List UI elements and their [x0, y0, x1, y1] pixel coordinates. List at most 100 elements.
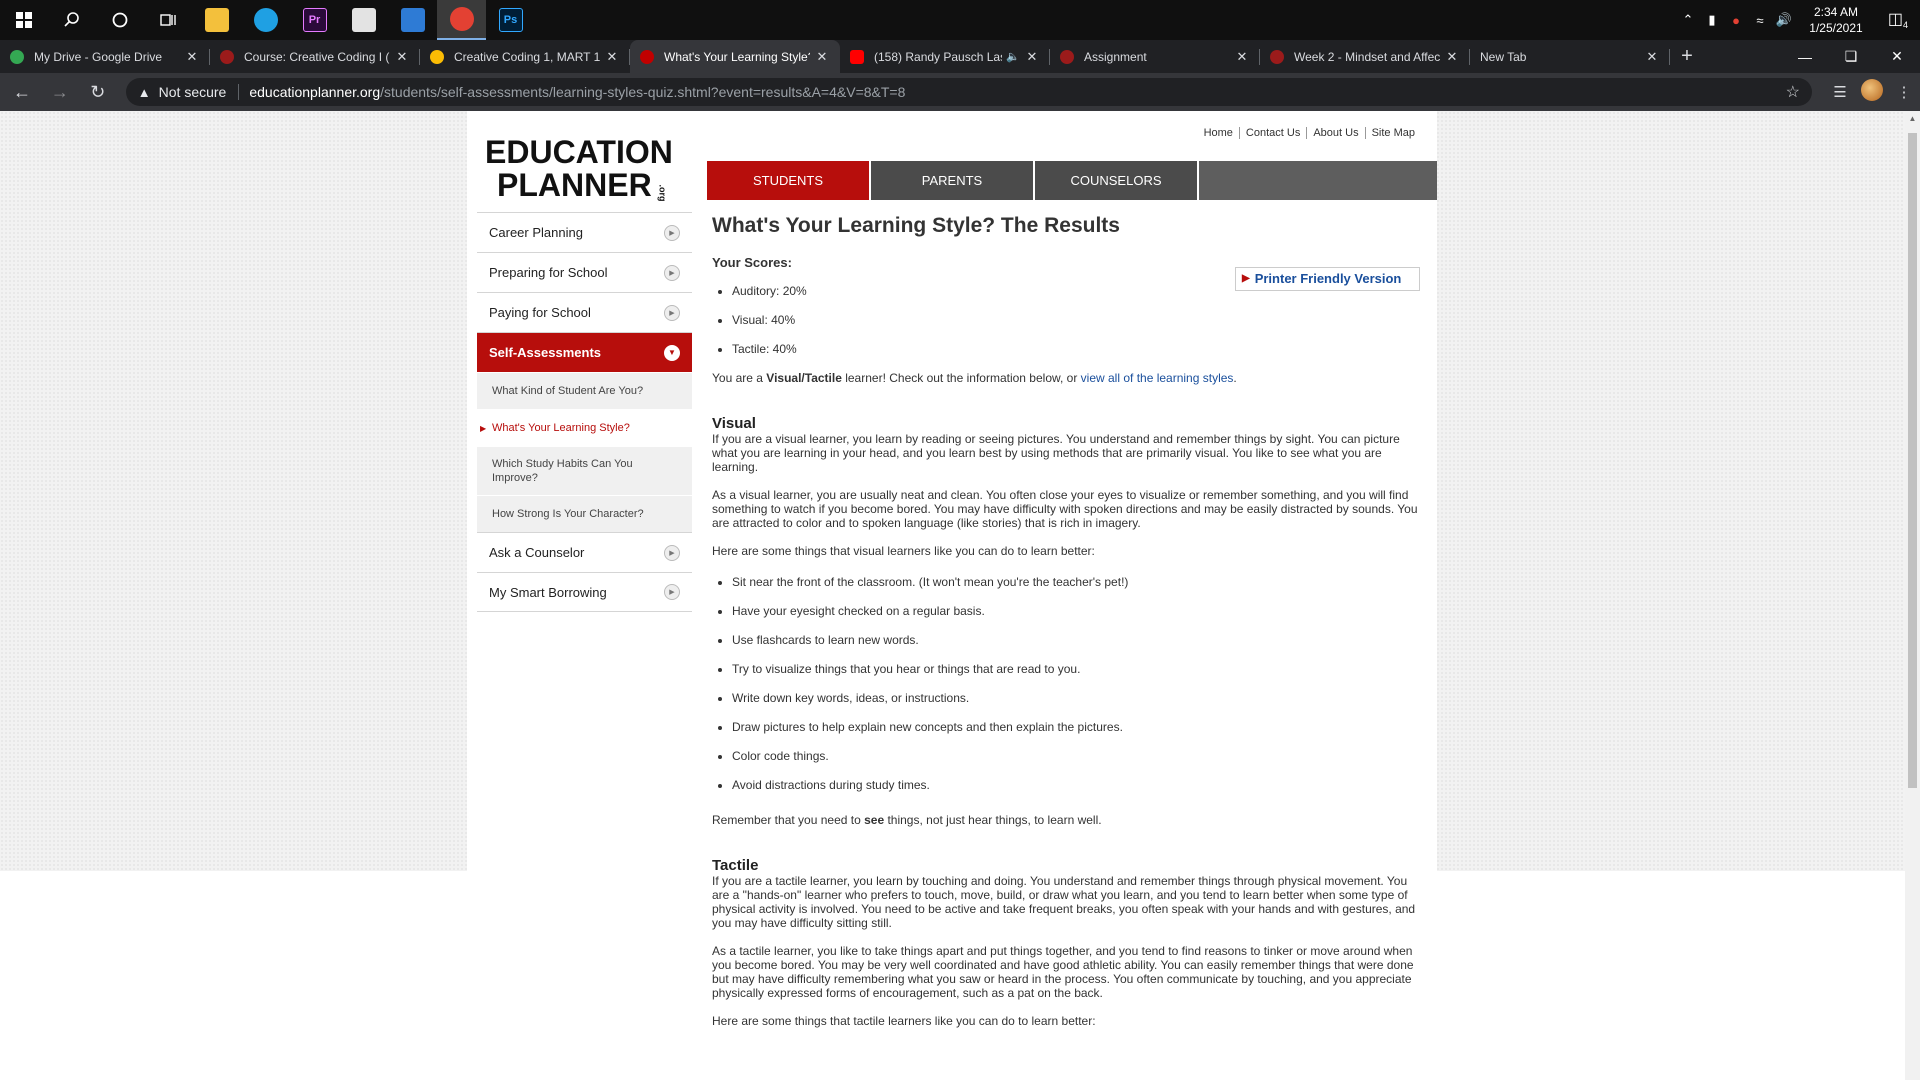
system-tray: ⌃ ▮ ● ≈ 🔊 2:34 AM 1/25/2021 ◫4 — [1676, 0, 1920, 40]
close-icon[interactable]: ✕ — [1644, 49, 1660, 65]
close-icon[interactable]: ✕ — [184, 49, 200, 65]
play-arrow-icon: ▶ — [1242, 273, 1250, 284]
moodle-icon — [1060, 49, 1074, 64]
summary-text: You are a — [712, 371, 767, 385]
summary-text: learner! Check out the information below… — [841, 371, 1081, 385]
contact-us-link[interactable]: Contact Us — [1238, 127, 1306, 139]
sidebar-item-ask-counselor[interactable]: Ask a Counselor ▶ — [477, 532, 692, 572]
nav-parents[interactable]: PARENTS — [871, 161, 1035, 200]
sidebar-subitem-student-kind[interactable]: What Kind of Student Are You? — [477, 372, 692, 409]
tab-week2[interactable]: Week 2 - Mindset and Affec ✕ — [1260, 40, 1470, 73]
tab-learning-style[interactable]: What's Your Learning Style? ✕ — [630, 40, 840, 73]
sidebar-item-smart-borrowing[interactable]: My Smart Borrowing ▶ — [477, 572, 692, 612]
page-scrollbar[interactable]: ▲ — [1905, 111, 1920, 1080]
task-view-icon[interactable] — [144, 0, 192, 40]
back-arrow-icon[interactable]: ← — [6, 76, 38, 108]
more-menu-icon[interactable]: ⋮ — [1888, 83, 1920, 101]
play-arrow-icon: ▶ — [664, 224, 680, 241]
nav-students[interactable]: STUDENTS — [707, 161, 871, 200]
reload-icon[interactable]: ↻ — [82, 76, 114, 108]
list-item: Avoid distractions during study times. — [732, 778, 1422, 807]
visual-remember: Remember that you need to see things, no… — [712, 813, 1422, 827]
search-icon[interactable] — [48, 0, 96, 40]
cortana-icon[interactable] — [96, 0, 144, 40]
printer-friendly-button[interactable]: ▶ Printer Friendly Version — [1235, 267, 1420, 291]
security-label[interactable]: Not secure — [159, 84, 227, 100]
visual-paragraph-3: Here are some things that visual learner… — [712, 544, 1095, 558]
close-icon[interactable]: ✕ — [1444, 49, 1460, 65]
windows-start-icon[interactable] — [0, 0, 48, 40]
scores-list: Auditory: 20% Visual: 40% Tactile: 40% — [712, 284, 1422, 371]
speaker-icon[interactable]: 🔈 — [1006, 50, 1020, 63]
close-icon[interactable]: ✕ — [394, 49, 410, 65]
close-icon[interactable]: ✕ — [814, 49, 830, 65]
list-item: Color code things. — [732, 749, 1422, 778]
photoshop-icon[interactable]: Ps — [486, 0, 535, 40]
media-controls-icon[interactable]: ☰ — [1824, 83, 1856, 101]
tab-creative-coding[interactable]: Creative Coding 1, MART 12 ✕ — [420, 40, 630, 73]
tactile-paragraph-2: As a tactile learner, you like to take t… — [712, 944, 1414, 1000]
mail-icon[interactable] — [388, 0, 437, 40]
sidebar-item-label: Ask a Counselor — [489, 545, 585, 560]
utility-links: Home Contact Us About Us Site Map — [1198, 127, 1421, 139]
sidebar-subitem-study-habits[interactable]: Which Study Habits Can You Improve? — [477, 446, 692, 495]
home-link[interactable]: Home — [1198, 127, 1239, 139]
tab-title: My Drive - Google Drive — [34, 49, 163, 64]
side-navigation: Career Planning ▶ Preparing for School ▶ P… — [477, 212, 692, 612]
forward-arrow-icon[interactable]: → — [44, 76, 76, 108]
battery-icon[interactable]: ▮ — [1700, 12, 1724, 28]
new-tab-button[interactable]: + — [1670, 40, 1704, 73]
sidebar-item-label: Self-Assessments — [489, 345, 601, 360]
url-host: educationplanner.org — [249, 84, 381, 100]
scrollbar-thumb[interactable] — [1908, 133, 1917, 788]
sidebar-subitem-character[interactable]: How Strong Is Your Character? — [477, 495, 692, 532]
visual-paragraph-2: As a visual learner, you are usually nea… — [712, 488, 1418, 530]
site-map-link[interactable]: Site Map — [1364, 127, 1421, 139]
tab-youtube[interactable]: (158) Randy Pausch Las 🔈 ✕ — [840, 40, 1050, 73]
minimize-icon[interactable]: — — [1782, 40, 1828, 73]
close-icon[interactable]: ✕ — [1234, 49, 1250, 65]
app-tray-icon[interactable]: ● — [1724, 13, 1748, 28]
about-us-link[interactable]: About Us — [1306, 127, 1364, 139]
education-planner-logo[interactable]: EDUCATION PLANNER .org — [485, 135, 685, 205]
tab-title: New Tab — [1480, 49, 1527, 64]
notification-center-icon[interactable]: ◫4 — [1876, 9, 1920, 30]
volume-icon[interactable]: 🔊 — [1772, 12, 1796, 28]
moodle-icon — [220, 49, 234, 64]
tab-new-tab[interactable]: New Tab ✕ — [1470, 40, 1670, 73]
close-window-icon[interactable]: ✕ — [1874, 40, 1920, 73]
warning-icon[interactable]: ▲ — [138, 85, 151, 100]
tab-course[interactable]: Course: Creative Coding I (S ✕ — [210, 40, 420, 73]
sidebar-item-paying[interactable]: Paying for School ▶ — [477, 292, 692, 332]
clock[interactable]: 2:34 AM 1/25/2021 — [1796, 4, 1876, 36]
chrome-icon[interactable] — [437, 0, 486, 40]
close-icon[interactable]: ✕ — [1024, 49, 1040, 65]
sidebar-item-label: Paying for School — [489, 305, 591, 320]
sidebar-item-career-planning[interactable]: Career Planning ▶ — [477, 212, 692, 252]
file-explorer-icon[interactable] — [192, 0, 241, 40]
store-icon[interactable] — [339, 0, 388, 40]
sidebar-item-self-assessments[interactable]: Self-Assessments ▼ — [477, 332, 692, 372]
tab-title: What's Your Learning Style? — [664, 49, 810, 64]
logo-line2: PLANNER — [497, 167, 652, 203]
tab-title: Week 2 - Mindset and Affec — [1294, 49, 1440, 64]
sidebar-item-preparing[interactable]: Preparing for School ▶ — [477, 252, 692, 292]
close-icon[interactable]: ✕ — [604, 49, 620, 65]
sidebar-subitem-learning-style[interactable]: What's Your Learning Style? — [477, 409, 692, 446]
premiere-pro-icon[interactable]: Pr — [290, 0, 339, 40]
chevron-down-icon: ▼ — [664, 344, 680, 361]
restore-icon[interactable]: ❏ — [1828, 40, 1874, 73]
edge-icon[interactable] — [241, 0, 290, 40]
profile-avatar[interactable] — [1856, 79, 1888, 105]
nav-counselors[interactable]: COUNSELORS — [1035, 161, 1199, 200]
result-summary: You are a Visual/Tactile learner! Check … — [712, 371, 1422, 385]
chevron-up-icon[interactable]: ⌃ — [1676, 12, 1700, 28]
tab-assignment[interactable]: Assignment ✕ — [1050, 40, 1260, 73]
bookmark-star-icon[interactable]: ☆ — [1786, 82, 1800, 102]
view-all-styles-link[interactable]: view all of the learning styles — [1081, 371, 1234, 385]
list-item: Try to visualize things that you hear or… — [732, 662, 1422, 691]
tab-google-drive[interactable]: My Drive - Google Drive ✕ — [0, 40, 210, 73]
address-bar[interactable]: ▲ Not secure educationplanner.org/studen… — [125, 78, 1812, 106]
scroll-up-icon[interactable]: ▲ — [1905, 111, 1920, 126]
wifi-icon[interactable]: ≈ — [1748, 13, 1772, 28]
